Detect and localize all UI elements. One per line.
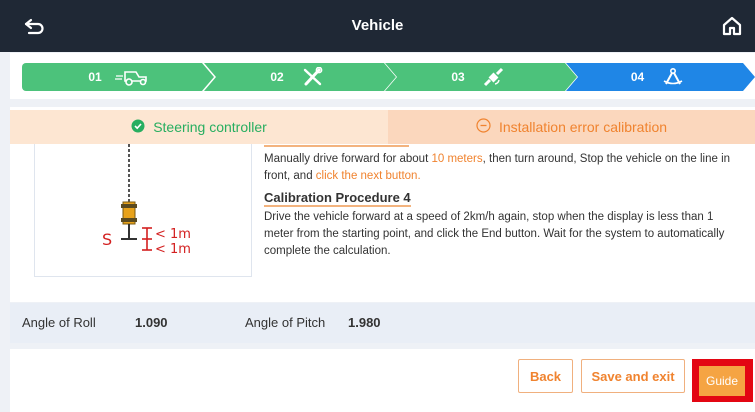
procedure4-title: Calibration Procedure 4: [264, 190, 411, 207]
minus-circle-icon: [476, 118, 491, 136]
satellite-icon: [477, 66, 511, 88]
distance-label-top: < 1m: [155, 227, 191, 242]
procedure4-text: Drive the vehicle forward at a speed of …: [264, 211, 725, 257]
roll-label: Angle of Roll: [22, 315, 96, 330]
calibration-illustration: S < 1m < 1m: [34, 144, 252, 277]
progress-stepper: 01 02 03 04: [22, 63, 755, 91]
title-bar: Vehicle: [0, 0, 755, 52]
roll-value: 1.090: [135, 315, 168, 330]
next-button-hint: click the next button.: [315, 170, 421, 182]
distance-highlight: 10 meters: [431, 153, 483, 165]
tab-steering-controller[interactable]: Steering controller: [10, 110, 388, 144]
compass-icon: [656, 66, 690, 88]
tab-label: Steering controller: [153, 119, 267, 135]
stepper-panel: 01 02 03 04: [10, 53, 755, 99]
distance-label-bottom: < 1m: [155, 242, 191, 257]
guide-button[interactable]: Guide: [699, 366, 745, 396]
home-icon[interactable]: [719, 13, 745, 39]
step-number: 02: [270, 70, 284, 84]
check-circle-icon: [131, 119, 145, 136]
step-03[interactable]: 03: [385, 63, 577, 91]
step-number: 04: [630, 70, 645, 84]
page-title: Vehicle: [351, 17, 404, 34]
angle-readout-row: Angle of Roll 1.090 Angle of Pitch 1.980: [10, 303, 755, 343]
pitch-value: 1.980: [348, 315, 381, 330]
step-02[interactable]: 02: [204, 63, 396, 91]
start-marker-letter: S: [102, 230, 112, 249]
pitch-label: Angle of Pitch: [245, 315, 326, 330]
tractor-icon: [114, 66, 148, 88]
back-button[interactable]: Back: [518, 359, 573, 393]
save-and-exit-button[interactable]: Save and exit: [581, 359, 685, 393]
step-01[interactable]: 01: [22, 63, 214, 91]
procedure3-text: Manually drive forward for about 10 mete…: [264, 153, 731, 182]
step-04[interactable]: 04: [566, 63, 755, 91]
action-bar: Back Save and exit: [10, 349, 755, 412]
instruction-content: Manually drive forward for about 10 mete…: [264, 144, 734, 260]
tab-label: Installation error calibration: [498, 119, 668, 135]
step-number: 01: [88, 70, 102, 84]
tab-installation-error-calibration[interactable]: Installation error calibration: [388, 110, 755, 144]
step-number: 03: [451, 70, 465, 84]
tools-icon: [296, 66, 330, 88]
